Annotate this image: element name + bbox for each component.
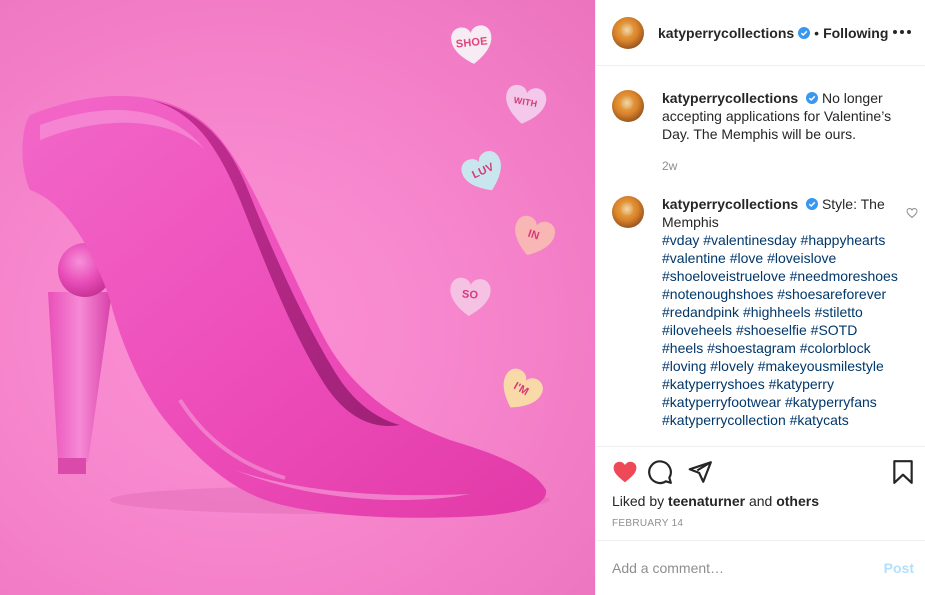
- caption-username[interactable]: katyperrycollections: [662, 90, 798, 106]
- likes-user-link[interactable]: teenaturner: [668, 493, 745, 509]
- candy-heart-with: WITH: [500, 80, 551, 129]
- header-username[interactable]: katyperrycollections: [658, 25, 794, 41]
- likes-and: and: [748, 493, 773, 509]
- avatar[interactable]: [612, 90, 644, 122]
- comment-hashtags[interactable]: #vday #valentinesday #happyhearts #valen…: [662, 231, 902, 429]
- verified-badge-icon: [806, 198, 819, 210]
- separator-dot: •: [814, 24, 820, 41]
- like-heart-icon[interactable]: [612, 459, 638, 485]
- add-comment-input[interactable]: [612, 560, 852, 576]
- verified-badge-icon: [806, 92, 819, 104]
- candy-heart-so: SO: [447, 275, 494, 320]
- comment-like-heart-icon[interactable]: [906, 207, 918, 219]
- save-bookmark-icon[interactable]: [890, 459, 916, 485]
- post-comment-button[interactable]: Post: [884, 560, 914, 576]
- likes-prefix: Liked by: [612, 493, 665, 509]
- post-actions: Liked by teenaturner and others FEBRUARY…: [596, 446, 925, 595]
- following-button[interactable]: Following: [823, 25, 888, 41]
- caption: katyperrycollections No longer accepting…: [612, 89, 912, 175]
- caption-timestamp[interactable]: 2w: [662, 157, 902, 175]
- post-header: katyperrycollections • Following: [596, 0, 925, 66]
- comment-item: katyperrycollections Style: The Memphis …: [612, 195, 912, 429]
- avatar[interactable]: [612, 16, 644, 49]
- verified-badge-icon: [798, 26, 811, 39]
- add-comment-bar: Post: [596, 540, 925, 595]
- instagram-post: SHOE WITH LUV IN SO I'M katyperrycollect…: [0, 0, 925, 595]
- comment-bubble-icon[interactable]: [647, 459, 673, 485]
- post-image[interactable]: SHOE WITH LUV IN SO I'M: [0, 0, 595, 595]
- comment-body: katyperrycollections Style: The Memphis …: [662, 195, 902, 429]
- share-paper-plane-icon[interactable]: [687, 459, 713, 485]
- likes-summary: Liked by teenaturner and others: [612, 493, 819, 509]
- candy-heart-shoe: SHOE: [448, 22, 496, 68]
- avatar[interactable]: [612, 196, 644, 228]
- post-sidebar: katyperrycollections • Following katyper…: [595, 0, 925, 595]
- likes-others-link[interactable]: others: [776, 493, 819, 509]
- more-options-icon[interactable]: [890, 24, 914, 40]
- comment-username[interactable]: katyperrycollections: [662, 196, 798, 212]
- comments-list[interactable]: katyperrycollections No longer accepting…: [596, 67, 925, 445]
- post-date[interactable]: FEBRUARY 14: [612, 518, 683, 529]
- caption-body: katyperrycollections No longer accepting…: [662, 89, 902, 175]
